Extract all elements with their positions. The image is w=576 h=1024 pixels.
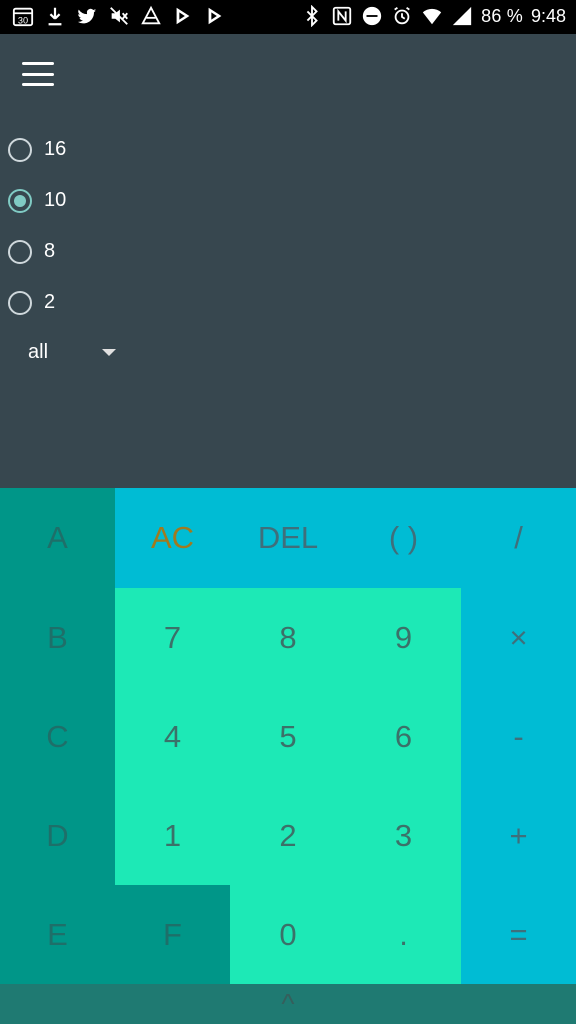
filter-dropdown[interactable]: all	[28, 341, 116, 364]
key-7[interactable]: 7	[115, 588, 230, 687]
chevron-up-icon: ^	[281, 988, 295, 1019]
nav-icon	[140, 5, 162, 27]
base-radio-group: 16 10 8 2	[8, 124, 66, 328]
radio-label: 8	[44, 240, 56, 262]
key-8[interactable]: 8	[230, 588, 346, 687]
key-3[interactable]: 3	[346, 786, 461, 885]
clock: 9:48	[530, 5, 566, 26]
bluetooth-icon	[301, 5, 323, 27]
key-9[interactable]: 9	[346, 588, 461, 687]
key-decimal[interactable]: .	[346, 885, 461, 984]
key-d[interactable]: D	[0, 786, 115, 885]
radio-label: 2	[44, 291, 56, 313]
key-e[interactable]: E	[0, 885, 115, 984]
key-subtract[interactable]: -	[461, 687, 576, 786]
svg-text:30: 30	[18, 15, 28, 25]
dropdown-value: all	[28, 341, 49, 363]
nfc-icon	[331, 5, 353, 27]
signal-icon	[451, 5, 473, 27]
radio-base-10[interactable]: 10	[8, 175, 66, 226]
radio-button-icon[interactable]	[8, 290, 32, 315]
key-parentheses[interactable]: ( )	[346, 488, 461, 588]
key-2[interactable]: 2	[230, 786, 346, 885]
key-4[interactable]: 4	[115, 687, 230, 786]
radio-button-icon[interactable]	[8, 188, 32, 213]
radio-button-icon[interactable]	[8, 239, 32, 264]
key-b[interactable]: B	[0, 588, 115, 687]
key-ac[interactable]: AC	[115, 488, 230, 588]
key-equals[interactable]: =	[461, 885, 576, 984]
key-c[interactable]: C	[0, 687, 115, 786]
dropdown-arrow-icon	[102, 349, 116, 356]
download-icon	[44, 5, 66, 27]
status-right-icons: 86 % 9:48	[301, 5, 566, 27]
key-f[interactable]: F	[115, 885, 230, 984]
key-multiply[interactable]: ×	[461, 588, 576, 687]
radio-label: 16	[44, 138, 67, 160]
key-divide[interactable]: /	[461, 488, 576, 588]
key-1[interactable]: 1	[115, 786, 230, 885]
twitter-icon	[76, 5, 98, 27]
key-a[interactable]: A	[0, 488, 115, 588]
calendar-30-icon: 30	[12, 5, 34, 27]
key-0[interactable]: 0	[230, 885, 346, 984]
radio-base-8[interactable]: 8	[8, 226, 66, 277]
battery-percent: 86 %	[481, 5, 523, 26]
key-6[interactable]: 6	[346, 687, 461, 786]
radio-base-2[interactable]: 2	[8, 277, 66, 328]
radio-label: 10	[44, 189, 67, 211]
radio-button-icon[interactable]	[8, 137, 32, 162]
mute-icon	[108, 5, 130, 27]
alarm-icon	[391, 5, 413, 27]
do-not-disturb-icon	[361, 5, 383, 27]
base-selector-panel: 16 10 8 2 all	[0, 34, 576, 488]
menu-icon[interactable]	[22, 62, 54, 86]
play-store-icon	[204, 5, 226, 27]
wifi-icon	[421, 5, 443, 27]
key-del[interactable]: DEL	[230, 488, 346, 588]
play-store-icon	[172, 5, 194, 27]
keypad: A AC DEL ( ) / B 7 8 9 × C 4 5 6 - D 1 2…	[0, 488, 576, 984]
status-left-icons: 30	[12, 5, 226, 27]
key-5[interactable]: 5	[230, 687, 346, 786]
radio-base-16[interactable]: 16	[8, 124, 66, 175]
status-bar: 30 86 % 9:48	[0, 0, 576, 34]
key-add[interactable]: +	[461, 786, 576, 885]
expand-handle[interactable]: ^	[0, 984, 576, 1024]
